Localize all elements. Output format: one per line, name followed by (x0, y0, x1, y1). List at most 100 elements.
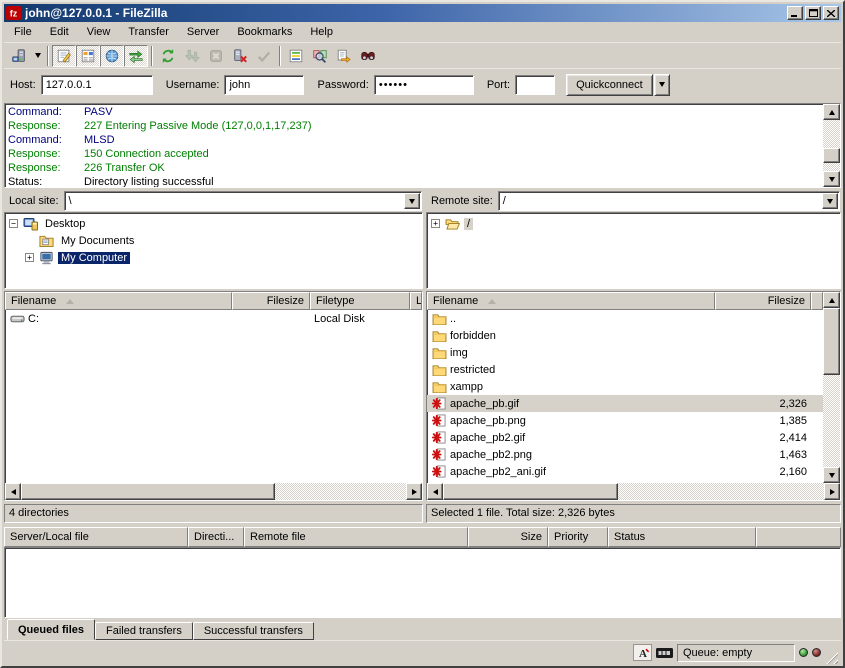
queue-column-server-local-file[interactable]: Server/Local file (4, 527, 188, 547)
filter-button[interactable] (284, 45, 308, 67)
log-scrollbar-track[interactable] (823, 120, 840, 171)
tree-item-desktop[interactable]: − Desktop (5, 215, 422, 232)
log-scrollbar-thumb[interactable] (823, 148, 840, 163)
menu-transfer[interactable]: Transfer (119, 23, 178, 41)
log-line: Status:Directory listing successful (8, 175, 823, 187)
column-header-l[interactable]: L (410, 292, 422, 310)
compare-button[interactable] (308, 45, 332, 67)
file-row-apache-pb2-png[interactable]: apache_pb2.png1,463 (427, 446, 823, 463)
log-line-label: Command: (8, 105, 84, 119)
tree-item-my-computer[interactable]: +My Computer (5, 249, 422, 266)
file-filesize-cell: 1,463 (715, 446, 811, 463)
password-input[interactable] (374, 75, 474, 95)
quickconnect-button[interactable]: Quickconnect (566, 74, 653, 96)
file-row-apache-pb2-ani-gif[interactable]: apache_pb2_ani.gif2,160 (427, 463, 823, 480)
file-filesize-cell: 2,414 (715, 429, 811, 446)
tab-successful-transfers[interactable]: Successful transfers (193, 622, 314, 640)
local-horizontal-scrollbar[interactable] (5, 483, 422, 500)
file-row-xampp[interactable]: xampp (427, 378, 823, 395)
site-manager-button[interactable] (7, 45, 31, 67)
transfer-queue-body[interactable] (4, 547, 841, 618)
quickconnect-dropdown-button[interactable] (654, 74, 670, 96)
remote-hscroll-thumb[interactable] (443, 483, 618, 500)
local-list-rows: C:Local Disk (5, 310, 422, 483)
toggle-remote-tree-button[interactable] (100, 45, 124, 67)
remote-site-combobox[interactable]: / (498, 191, 840, 211)
username-input[interactable] (224, 75, 304, 95)
close-button[interactable] (823, 6, 839, 20)
remote-vscroll-track[interactable] (823, 308, 840, 467)
scroll-up-button[interactable] (823, 104, 840, 120)
remote-vscroll-thumb[interactable] (823, 308, 840, 375)
queue-column-remote-file[interactable]: Remote file (244, 527, 468, 547)
synchronized-browsing-button[interactable] (332, 45, 356, 67)
menu-edit[interactable]: Edit (41, 23, 78, 41)
remote-site-dropdown-button[interactable] (822, 193, 838, 209)
local-hscroll-track[interactable] (21, 483, 406, 500)
host-input[interactable] (41, 75, 153, 95)
local-site-combobox[interactable]: \ (64, 191, 422, 211)
file-row-item[interactable]: .. (427, 310, 823, 327)
queue-column-size[interactable]: Size (468, 527, 548, 547)
collapse-icon[interactable]: − (9, 219, 18, 228)
arrow-left-icon (11, 489, 16, 495)
menu-file[interactable]: File (5, 23, 41, 41)
column-header-filesize[interactable]: Filesize (715, 292, 811, 310)
log-scrollbar[interactable] (823, 104, 840, 187)
menu-help[interactable]: Help (301, 23, 342, 41)
file-row-apache-pb2-gif[interactable]: apache_pb2.gif2,414 (427, 429, 823, 446)
tab-failed-transfers[interactable]: Failed transfers (95, 622, 193, 640)
queue-column-priority[interactable]: Priority (548, 527, 608, 547)
scroll-down-button[interactable] (823, 171, 840, 187)
tab-queued-files[interactable]: Queued files (7, 619, 95, 640)
file-row-restricted[interactable]: restricted (427, 361, 823, 378)
toggle-local-tree-button[interactable] (76, 45, 100, 67)
remote-horizontal-scrollbar[interactable] (427, 483, 840, 500)
menu-bookmarks[interactable]: Bookmarks (228, 23, 301, 41)
file-row-apache-pb-png[interactable]: apache_pb.png1,385 (427, 412, 823, 429)
image-file-icon (431, 465, 447, 479)
remote-vertical-scrollbar[interactable] (823, 292, 840, 483)
tree-item-my-documents[interactable]: My Documents (5, 232, 422, 249)
column-header-filename[interactable]: Filename (5, 292, 232, 310)
scroll-left-button[interactable] (427, 483, 443, 500)
column-header-filetype[interactable]: Filetype (310, 292, 410, 310)
queue-column-directi[interactable]: Directi... (188, 527, 244, 547)
refresh-button[interactable] (156, 45, 180, 67)
scroll-up-button[interactable] (823, 292, 840, 308)
file-row-apache-pb-gif[interactable]: apache_pb.gif2,326 (427, 395, 823, 412)
column-header-filename[interactable]: Filename (427, 292, 715, 310)
expand-icon[interactable]: + (431, 219, 440, 228)
arrow-down-icon (829, 177, 835, 182)
menu-server[interactable]: Server (178, 23, 228, 41)
titlebar[interactable]: fz john@127.0.0.1 - FileZilla (4, 4, 841, 22)
tree-item-item[interactable]: +/ (427, 215, 840, 232)
scroll-left-button[interactable] (5, 483, 21, 500)
remote-hscroll-track[interactable] (443, 483, 824, 500)
scroll-right-button[interactable] (406, 483, 422, 500)
file-row-forbidden[interactable]: forbidden (427, 327, 823, 344)
file-row-c[interactable]: C:Local Disk (5, 310, 422, 327)
menu-view[interactable]: View (78, 23, 120, 41)
tree-item-label: Desktop (42, 218, 88, 230)
file-fill-cell (811, 446, 823, 463)
folder-icon (431, 380, 447, 394)
expand-icon[interactable]: + (25, 253, 34, 262)
maximize-button[interactable] (805, 6, 821, 20)
site-manager-dropdown-button[interactable] (31, 45, 44, 67)
column-header-filesize[interactable]: Filesize (232, 292, 310, 310)
minimize-button[interactable] (787, 6, 803, 20)
toggle-message-log-button[interactable] (52, 45, 76, 67)
file-row-img[interactable]: img (427, 344, 823, 361)
arrow-up-icon (829, 298, 835, 303)
find-button[interactable] (356, 45, 380, 67)
disconnect-button[interactable] (228, 45, 252, 67)
toggle-transfer-queue-button[interactable] (124, 45, 148, 67)
queue-column-status[interactable]: Status (608, 527, 756, 547)
port-input[interactable] (515, 75, 555, 95)
local-hscroll-thumb[interactable] (21, 483, 275, 500)
local-site-dropdown-button[interactable] (404, 193, 420, 209)
scroll-right-button[interactable] (824, 483, 840, 500)
scroll-down-button[interactable] (823, 467, 840, 483)
resize-grip[interactable] (825, 651, 838, 664)
